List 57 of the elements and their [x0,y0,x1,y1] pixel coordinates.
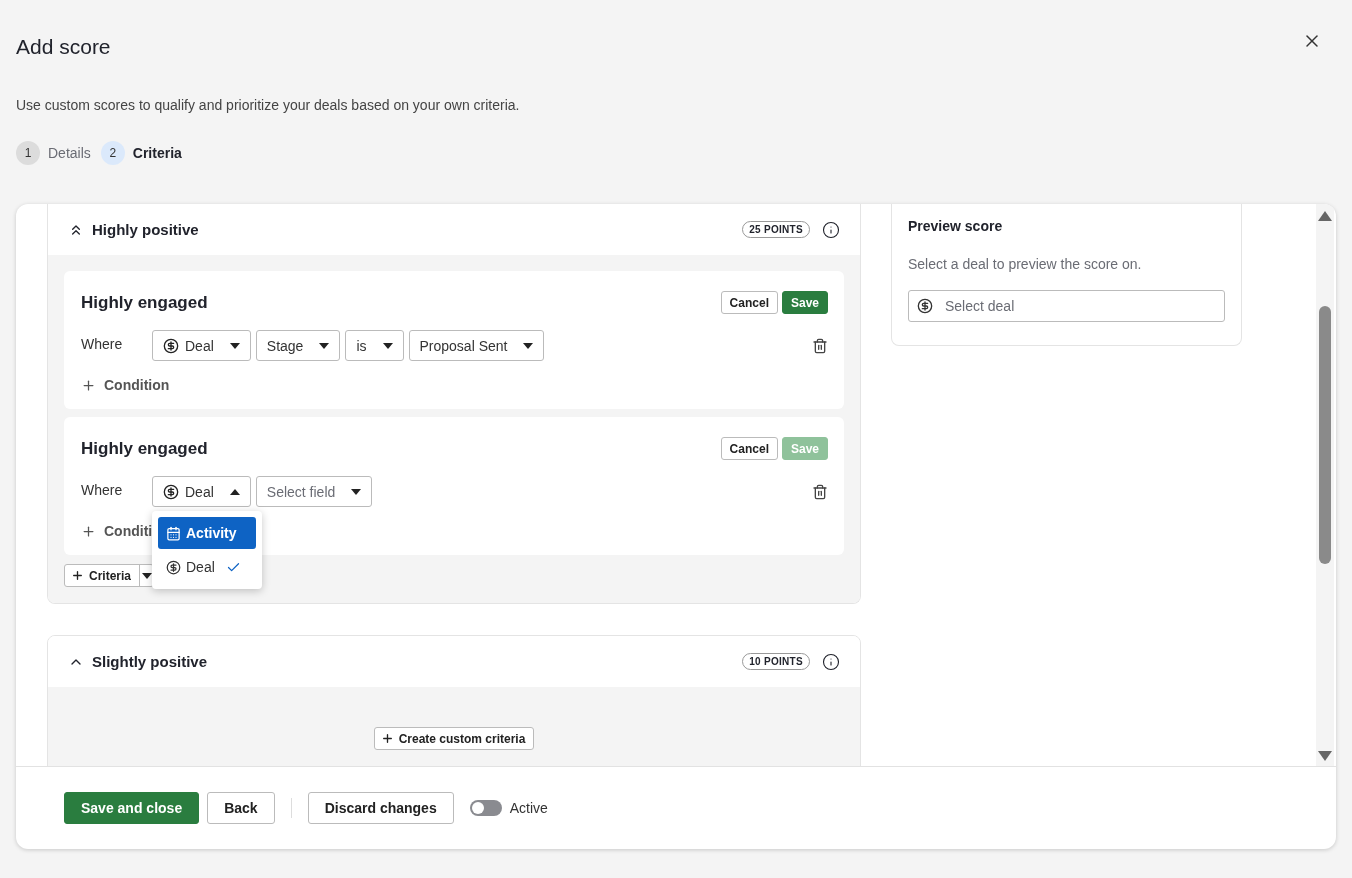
cancel-button[interactable]: Cancel [720,291,778,314]
add-condition-button[interactable]: Conditi [81,523,153,539]
add-criteria-button[interactable]: Criteria [65,565,140,586]
select-dropdown[interactable]: Select field [255,476,373,507]
scrollbar[interactable] [1316,204,1334,766]
caret-icon [523,342,534,349]
cancel-button[interactable]: Cancel [720,437,778,460]
menu-item[interactable]: Activity [158,517,256,549]
dollar-icon [917,298,933,314]
where-label: Where [81,335,124,352]
trash-icon[interactable] [812,483,828,500]
preview-description: Select a deal to preview the score on. [908,256,1143,272]
select-dropdown[interactable]: Stage [255,330,341,361]
select-deal-input[interactable]: Select deal [943,297,1216,315]
dialog-description: Use custom scores to qualify and prioritize your deals based on your own criteria. [16,97,521,113]
info-icon[interactable] [822,220,840,239]
dollar-icon [166,559,181,575]
caret-icon [351,488,362,495]
where-label: Where [81,481,124,498]
dollar-icon [163,337,179,354]
step-label[interactable]: Details [48,145,91,161]
step-number: 2 [100,141,125,165]
caret-icon [229,488,240,495]
select-deal-field[interactable]: Select deal [908,290,1225,322]
step-label[interactable]: Criteria [132,145,182,161]
dollar-icon [163,483,179,500]
section-title: Highly positive [92,221,200,238]
toggle-label: Active [509,800,548,816]
plus-icon [71,569,84,582]
plus-icon [81,377,96,393]
dialog-title: Add score [16,35,111,59]
caret-icon [141,572,152,579]
select-dropdown[interactable]: Deal [152,476,251,507]
back-button[interactable]: Back [207,792,275,824]
caret-icon [319,342,330,349]
caret-icon [229,342,240,349]
discard-changes-button[interactable]: Discard changes [307,792,454,824]
plus-icon [380,732,394,745]
select-dropdown[interactable]: is [345,330,404,361]
criteria-caret-button[interactable] [139,565,154,586]
active-toggle[interactable] [469,800,502,816]
select-dropdown[interactable]: Proposal Sent [408,330,545,361]
criteria-title: Highly engaged [81,438,208,459]
select-dropdown[interactable]: Deal [152,330,251,361]
caret-icon [382,342,393,349]
create-criteria-button[interactable]: Create custom criteria [373,727,535,750]
calendar-icon [166,525,181,541]
trash-icon[interactable] [812,337,828,354]
save-button[interactable]: Save [781,291,828,314]
preview-title: Preview score [908,218,1004,234]
save-and-close-button[interactable]: Save and close [64,792,200,824]
info-icon[interactable] [822,652,840,671]
step-number: 1 [16,141,40,165]
add-condition-button[interactable]: Condition [81,377,170,393]
criteria-title: Highly engaged [81,292,208,313]
section-title: Slightly positive [92,653,209,670]
plus-icon [81,523,96,539]
